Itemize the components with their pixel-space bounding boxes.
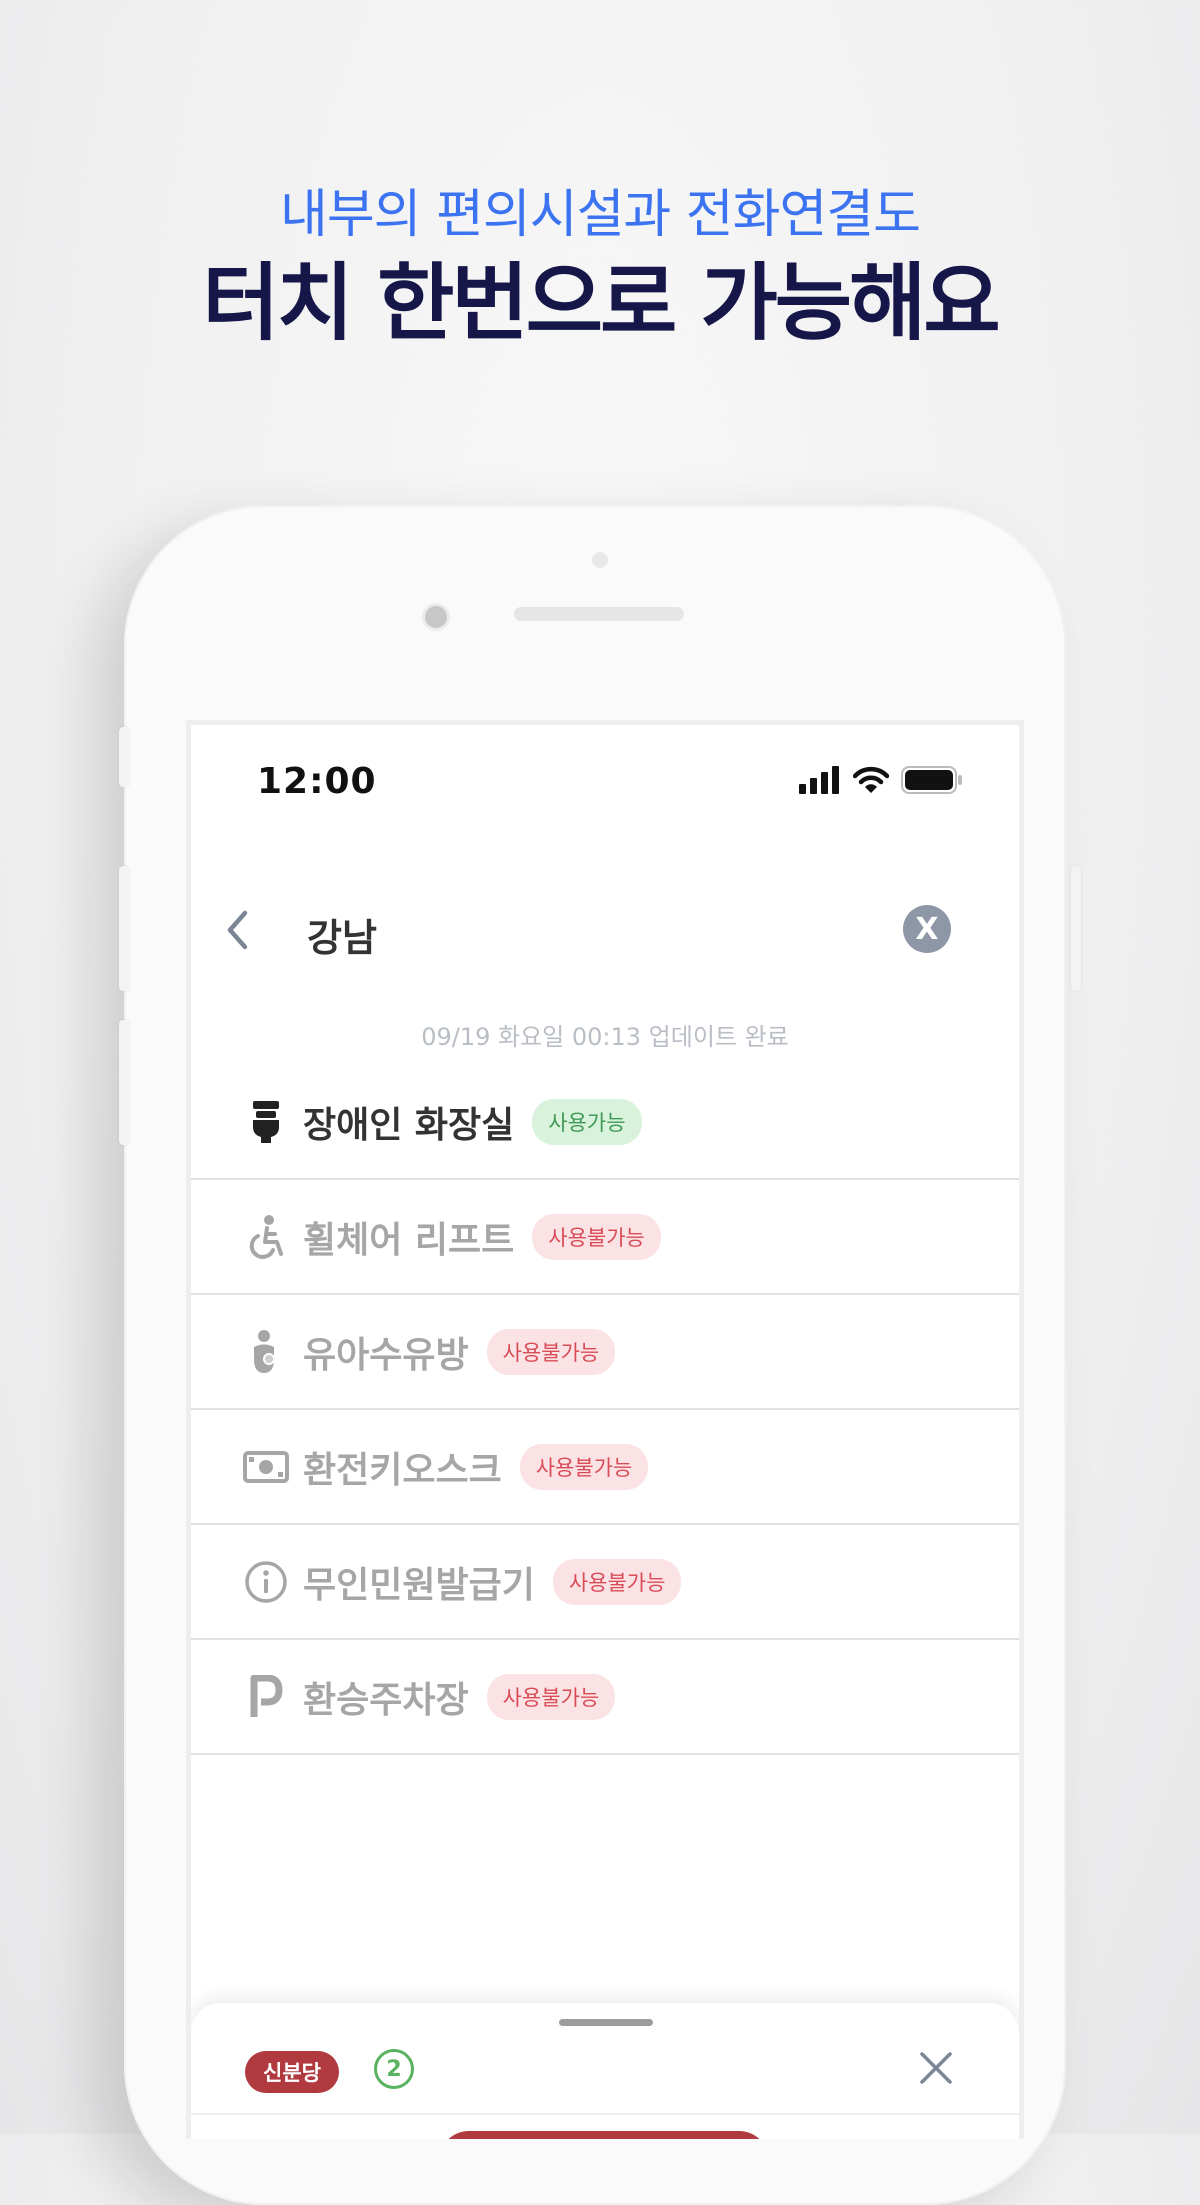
close-icon (920, 2052, 952, 2084)
power-button (1071, 866, 1081, 991)
status-badge: 사용불가능 (486, 1328, 616, 1375)
status-badge: 사용불가능 (552, 1558, 682, 1605)
status-badge: 사용불가능 (519, 1443, 649, 1490)
money-icon (243, 1444, 289, 1490)
sheet-drag-handle[interactable] (559, 2019, 653, 2026)
toilet-icon (243, 1099, 289, 1145)
status-badge: 사용불가능 (532, 1213, 661, 1260)
facility-label: 환전키오스크 (303, 1449, 502, 1491)
info-icon (243, 1559, 289, 1605)
bottom-sheet: 신분당 2 (191, 2003, 1019, 2139)
signal-icon (799, 766, 839, 794)
chevron-left-icon (227, 910, 248, 950)
status-icons (799, 765, 963, 795)
wheelchair-icon (243, 1214, 289, 1260)
status-badge: 사용불가능 (486, 1673, 616, 1720)
facility-item-wheelchair-lift[interactable]: 휠체어 리프트 사용불가능 (191, 1180, 1019, 1295)
proximity-sensor (592, 552, 608, 568)
search-bar: 강남 X (191, 895, 1019, 965)
close-sheet-button[interactable] (911, 2043, 961, 2093)
sheet-divider (191, 2113, 1019, 2115)
line-badge[interactable]: 신분당 (245, 2051, 339, 2093)
volume-down-button (119, 1020, 129, 1145)
facility-item-accessible-toilet[interactable]: 장애인 화장실 사용가능 (191, 1065, 1019, 1180)
nursing-room-icon (243, 1329, 289, 1375)
facility-item-nursing-room[interactable]: 유아수유방 사용불가능 (191, 1295, 1019, 1410)
back-button[interactable] (217, 905, 257, 955)
parking-icon (243, 1674, 289, 1720)
facility-item-transfer-parking[interactable]: 환승주차장 사용불가능 (191, 1640, 1019, 1755)
wifi-icon (853, 766, 889, 793)
status-badge: 사용가능 (532, 1098, 642, 1145)
clear-search-button[interactable]: X (903, 905, 951, 953)
facility-list: 장애인 화장실 사용가능 휠체어 리프트 사용불가능 유아수유방 사용불가능 환… (191, 1065, 1019, 1755)
update-timestamp: 09/19 화요일 00:13 업데이트 완료 (421, 1023, 789, 1051)
count-badge: 2 (374, 2049, 414, 2089)
phone-screen: 12:00 강남 X 09/19 화요일 00:13 업데이트 완료 장애인 화… (186, 720, 1024, 2139)
status-time: 12:00 (257, 761, 377, 802)
facility-label: 유아수유방 (303, 1334, 469, 1376)
search-query[interactable]: 강남 (307, 907, 377, 962)
earpiece-speaker (514, 607, 684, 621)
headline-title: 터치 한번으로 가능해요 (202, 254, 1000, 352)
battery-icon (901, 766, 962, 794)
front-camera (422, 603, 450, 631)
facility-label: 무인민원발급기 (303, 1564, 535, 1606)
facility-label: 장애인 화장실 (303, 1104, 515, 1146)
facility-item-civil-kiosk[interactable]: 무인민원발급기 사용불가능 (191, 1525, 1019, 1640)
facility-item-currency-kiosk[interactable]: 환전키오스크 사용불가능 (191, 1410, 1019, 1525)
sheet-action-button[interactable] (439, 2131, 769, 2139)
volume-up-button (119, 866, 129, 991)
facility-label: 휠체어 리프트 (303, 1219, 515, 1261)
facility-label: 환승주차장 (303, 1679, 469, 1721)
mute-switch (119, 727, 129, 787)
